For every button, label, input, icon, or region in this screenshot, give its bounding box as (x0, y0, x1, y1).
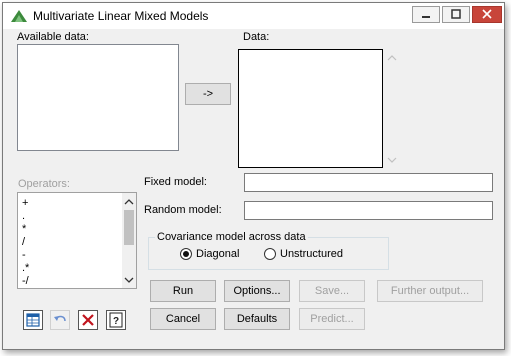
save-button[interactable]: Save... (299, 280, 365, 302)
operator-item[interactable]: -/ (22, 275, 29, 287)
operator-item[interactable]: - (22, 249, 26, 261)
scroll-up-icon (387, 55, 397, 61)
fixed-model-label: Fixed model: (144, 176, 207, 188)
window-title: Multivariate Linear Mixed Models (33, 9, 209, 23)
data-list[interactable] (238, 49, 383, 168)
scroll-up-icon (124, 199, 134, 205)
operator-item[interactable]: * (22, 223, 26, 235)
operators-scrollbar[interactable] (122, 193, 136, 288)
operator-item[interactable]: + (22, 197, 28, 209)
dialog-window: Multivariate Linear Mixed Models Availab… (2, 2, 505, 350)
svg-text:?: ? (113, 316, 119, 327)
scroll-down-icon (387, 157, 397, 163)
unstructured-radio[interactable] (264, 248, 276, 260)
covariance-group-title: Covariance model across data (155, 231, 308, 243)
data-label: Data: (243, 31, 270, 43)
diagonal-radio[interactable] (180, 248, 192, 260)
close-icon (482, 9, 492, 19)
operator-item[interactable]: .* (22, 262, 29, 274)
undo-icon (54, 315, 66, 322)
help-button[interactable]: ? (106, 310, 126, 330)
title-bar[interactable]: Multivariate Linear Mixed Models (3, 3, 504, 29)
random-model-input[interactable] (244, 201, 493, 220)
diagonal-label[interactable]: Diagonal (196, 248, 239, 260)
options-button[interactable]: Options... (224, 280, 290, 302)
undo-button[interactable] (50, 310, 70, 330)
available-data-list[interactable] (17, 44, 179, 151)
defaults-button[interactable]: Defaults (224, 308, 290, 330)
unstructured-label[interactable]: Unstructured (280, 248, 343, 260)
maximize-button[interactable] (442, 6, 470, 23)
app-icon (11, 10, 27, 22)
operators-list[interactable]: + . * / - .* -/ (17, 192, 137, 289)
transfer-button[interactable]: -> (185, 83, 231, 105)
operator-item[interactable]: . (22, 210, 25, 222)
maximize-icon (451, 9, 461, 19)
fixed-model-input[interactable] (244, 173, 493, 192)
clear-icon (82, 314, 94, 326)
further-output-button[interactable]: Further output... (377, 280, 483, 302)
data-list-scrollbar[interactable] (385, 49, 399, 168)
available-data-label: Available data: (17, 31, 89, 43)
minimize-button[interactable] (412, 6, 440, 23)
clear-button[interactable] (78, 310, 98, 330)
spreadsheet-button[interactable] (23, 310, 43, 330)
scroll-down-icon (124, 277, 134, 283)
cancel-button[interactable]: Cancel (150, 308, 216, 330)
operator-item[interactable]: / (22, 236, 25, 248)
random-model-label: Random model: (144, 204, 222, 216)
run-button[interactable]: Run (150, 280, 216, 302)
scroll-thumb[interactable] (124, 210, 134, 245)
radio-selected-dot (183, 251, 189, 257)
minimize-icon (422, 16, 430, 18)
help-icon: ? (109, 312, 123, 328)
spreadsheet-icon (26, 313, 40, 327)
predict-button[interactable]: Predict... (299, 308, 365, 330)
operators-label: Operators: (18, 178, 70, 190)
close-button[interactable] (472, 6, 502, 23)
